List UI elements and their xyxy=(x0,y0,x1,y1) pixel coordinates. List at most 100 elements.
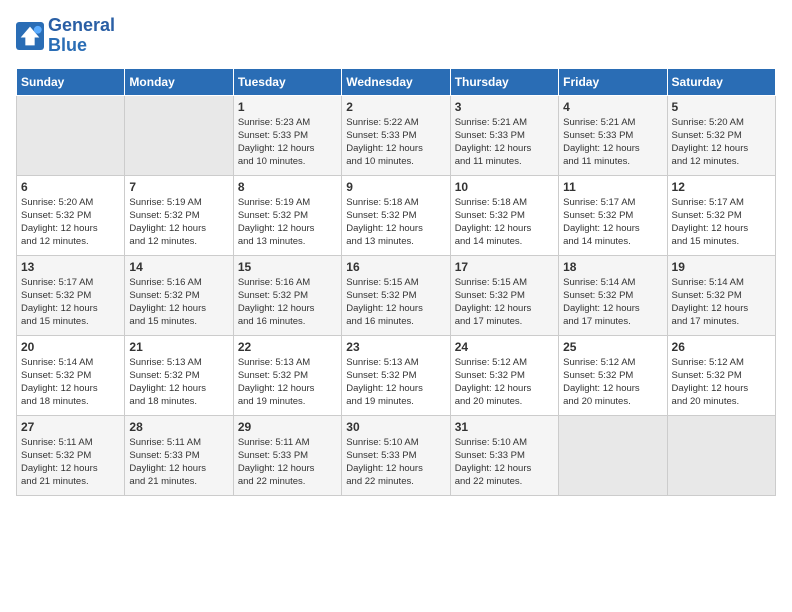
calendar-cell: 25Sunrise: 5:12 AM Sunset: 5:32 PM Dayli… xyxy=(559,335,667,415)
day-number: 17 xyxy=(455,260,554,274)
day-number: 6 xyxy=(21,180,120,194)
header-row: SundayMondayTuesdayWednesdayThursdayFrid… xyxy=(17,68,776,95)
day-number: 1 xyxy=(238,100,337,114)
calendar-cell: 14Sunrise: 5:16 AM Sunset: 5:32 PM Dayli… xyxy=(125,255,233,335)
week-row-3: 13Sunrise: 5:17 AM Sunset: 5:32 PM Dayli… xyxy=(17,255,776,335)
calendar-cell: 18 Sunrise: 5:14 AM Sunset: 5:32 PM Dayli… xyxy=(559,255,667,335)
col-header-wednesday: Wednesday xyxy=(342,68,450,95)
day-info: Sunrise: 5:21 AM Sunset: 5:33 PM Dayligh… xyxy=(563,116,662,169)
day-info: Sunrise: 5:11 AM Sunset: 5:32 PM Dayligh… xyxy=(21,436,120,489)
day-number: 26 xyxy=(672,340,771,354)
day-number: 19 xyxy=(672,260,771,274)
calendar-cell: 13Sunrise: 5:17 AM Sunset: 5:32 PM Dayli… xyxy=(17,255,125,335)
calendar-cell: 17Sunrise: 5:15 AM Sunset: 5:32 PM Dayli… xyxy=(450,255,558,335)
day-info: Sunrise: 5:10 AM Sunset: 5:33 PM Dayligh… xyxy=(346,436,445,489)
col-header-sunday: Sunday xyxy=(17,68,125,95)
page-header: General Blue xyxy=(16,16,776,56)
calendar-cell: 19 Sunrise: 5:14 AM Sunset: 5:32 PM Dayli… xyxy=(667,255,775,335)
logo-text: General Blue xyxy=(48,16,115,56)
day-number: 3 xyxy=(455,100,554,114)
calendar-cell: 26Sunrise: 5:12 AM Sunset: 5:32 PM Dayli… xyxy=(667,335,775,415)
day-info: Sunrise: 5:12 AM Sunset: 5:32 PM Dayligh… xyxy=(563,356,662,409)
day-info: Sunrise: 5:10 AM Sunset: 5:33 PM Dayligh… xyxy=(455,436,554,489)
calendar-cell: 3 Sunrise: 5:21 AM Sunset: 5:33 PM Daylig… xyxy=(450,95,558,175)
day-number: 8 xyxy=(238,180,337,194)
day-number: 21 xyxy=(129,340,228,354)
day-number: 27 xyxy=(21,420,120,434)
day-number: 4 xyxy=(563,100,662,114)
calendar-cell xyxy=(17,95,125,175)
day-number: 13 xyxy=(21,260,120,274)
day-info: Sunrise: 5:13 AM Sunset: 5:32 PM Dayligh… xyxy=(129,356,228,409)
calendar-cell: 11 Sunrise: 5:17 AM Sunset: 5:32 PM Dayli… xyxy=(559,175,667,255)
calendar-cell: 16 Sunrise: 5:15 AM Sunset: 5:32 PM Dayli… xyxy=(342,255,450,335)
day-number: 5 xyxy=(672,100,771,114)
day-number: 30 xyxy=(346,420,445,434)
day-number: 24 xyxy=(455,340,554,354)
day-number: 10 xyxy=(455,180,554,194)
col-header-saturday: Saturday xyxy=(667,68,775,95)
logo: General Blue xyxy=(16,16,115,56)
calendar-cell: 30 Sunrise: 5:10 AM Sunset: 5:33 PM Dayli… xyxy=(342,415,450,495)
day-number: 18 xyxy=(563,260,662,274)
day-info: Sunrise: 5:21 AM Sunset: 5:33 PM Dayligh… xyxy=(455,116,554,169)
day-info: Sunrise: 5:23 AM Sunset: 5:33 PM Dayligh… xyxy=(238,116,337,169)
day-info: Sunrise: 5:14 AM Sunset: 5:32 PM Dayligh… xyxy=(563,276,662,329)
calendar-cell: 21 Sunrise: 5:13 AM Sunset: 5:32 PM Dayli… xyxy=(125,335,233,415)
col-header-friday: Friday xyxy=(559,68,667,95)
calendar-cell: 31Sunrise: 5:10 AM Sunset: 5:33 PM Dayli… xyxy=(450,415,558,495)
day-info: Sunrise: 5:16 AM Sunset: 5:32 PM Dayligh… xyxy=(238,276,337,329)
day-info: Sunrise: 5:15 AM Sunset: 5:32 PM Dayligh… xyxy=(346,276,445,329)
day-info: Sunrise: 5:19 AM Sunset: 5:32 PM Dayligh… xyxy=(238,196,337,249)
day-info: Sunrise: 5:22 AM Sunset: 5:33 PM Dayligh… xyxy=(346,116,445,169)
day-info: Sunrise: 5:11 AM Sunset: 5:33 PM Dayligh… xyxy=(238,436,337,489)
day-info: Sunrise: 5:13 AM Sunset: 5:32 PM Dayligh… xyxy=(346,356,445,409)
calendar-cell: 28 Sunrise: 5:11 AM Sunset: 5:33 PM Dayli… xyxy=(125,415,233,495)
day-number: 16 xyxy=(346,260,445,274)
day-info: Sunrise: 5:12 AM Sunset: 5:32 PM Dayligh… xyxy=(455,356,554,409)
day-number: 28 xyxy=(129,420,228,434)
day-number: 14 xyxy=(129,260,228,274)
day-info: Sunrise: 5:11 AM Sunset: 5:33 PM Dayligh… xyxy=(129,436,228,489)
calendar-table: SundayMondayTuesdayWednesdayThursdayFrid… xyxy=(16,68,776,496)
calendar-cell xyxy=(559,415,667,495)
col-header-thursday: Thursday xyxy=(450,68,558,95)
col-header-monday: Monday xyxy=(125,68,233,95)
calendar-cell: 22 Sunrise: 5:13 AM Sunset: 5:32 PM Dayli… xyxy=(233,335,341,415)
col-header-tuesday: Tuesday xyxy=(233,68,341,95)
day-number: 22 xyxy=(238,340,337,354)
logo-icon xyxy=(16,22,44,50)
calendar-cell: 4 Sunrise: 5:21 AM Sunset: 5:33 PM Daylig… xyxy=(559,95,667,175)
calendar-cell: 5 Sunrise: 5:20 AM Sunset: 5:32 PM Daylig… xyxy=(667,95,775,175)
day-info: Sunrise: 5:14 AM Sunset: 5:32 PM Dayligh… xyxy=(672,276,771,329)
calendar-cell: 2Sunrise: 5:22 AM Sunset: 5:33 PM Daylig… xyxy=(342,95,450,175)
day-number: 20 xyxy=(21,340,120,354)
calendar-cell xyxy=(125,95,233,175)
calendar-cell: 6Sunrise: 5:20 AM Sunset: 5:32 PM Daylig… xyxy=(17,175,125,255)
calendar-cell: 1 Sunrise: 5:23 AM Sunset: 5:33 PM Daylig… xyxy=(233,95,341,175)
day-number: 12 xyxy=(672,180,771,194)
day-number: 9 xyxy=(346,180,445,194)
day-number: 15 xyxy=(238,260,337,274)
calendar-cell: 27 Sunrise: 5:11 AM Sunset: 5:32 PM Dayli… xyxy=(17,415,125,495)
day-number: 23 xyxy=(346,340,445,354)
day-number: 29 xyxy=(238,420,337,434)
day-info: Sunrise: 5:13 AM Sunset: 5:32 PM Dayligh… xyxy=(238,356,337,409)
day-info: Sunrise: 5:17 AM Sunset: 5:32 PM Dayligh… xyxy=(672,196,771,249)
calendar-cell: 10 Sunrise: 5:18 AM Sunset: 5:32 PM Dayli… xyxy=(450,175,558,255)
calendar-cell: 23 Sunrise: 5:13 AM Sunset: 5:32 PM Dayli… xyxy=(342,335,450,415)
day-info: Sunrise: 5:14 AM Sunset: 5:32 PM Dayligh… xyxy=(21,356,120,409)
calendar-cell: 29 Sunrise: 5:11 AM Sunset: 5:33 PM Dayli… xyxy=(233,415,341,495)
calendar-cell: 9 Sunrise: 5:18 AM Sunset: 5:32 PM Daylig… xyxy=(342,175,450,255)
day-info: Sunrise: 5:18 AM Sunset: 5:32 PM Dayligh… xyxy=(455,196,554,249)
day-info: Sunrise: 5:18 AM Sunset: 5:32 PM Dayligh… xyxy=(346,196,445,249)
week-row-4: 20 Sunrise: 5:14 AM Sunset: 5:32 PM Dayli… xyxy=(17,335,776,415)
day-info: Sunrise: 5:19 AM Sunset: 5:32 PM Dayligh… xyxy=(129,196,228,249)
calendar-cell: 12 Sunrise: 5:17 AM Sunset: 5:32 PM Dayli… xyxy=(667,175,775,255)
day-info: Sunrise: 5:20 AM Sunset: 5:32 PM Dayligh… xyxy=(672,116,771,169)
day-number: 11 xyxy=(563,180,662,194)
calendar-cell: 20 Sunrise: 5:14 AM Sunset: 5:32 PM Dayli… xyxy=(17,335,125,415)
day-info: Sunrise: 5:17 AM Sunset: 5:32 PM Dayligh… xyxy=(563,196,662,249)
calendar-cell: 24 Sunrise: 5:12 AM Sunset: 5:32 PM Dayli… xyxy=(450,335,558,415)
week-row-5: 27 Sunrise: 5:11 AM Sunset: 5:32 PM Dayli… xyxy=(17,415,776,495)
